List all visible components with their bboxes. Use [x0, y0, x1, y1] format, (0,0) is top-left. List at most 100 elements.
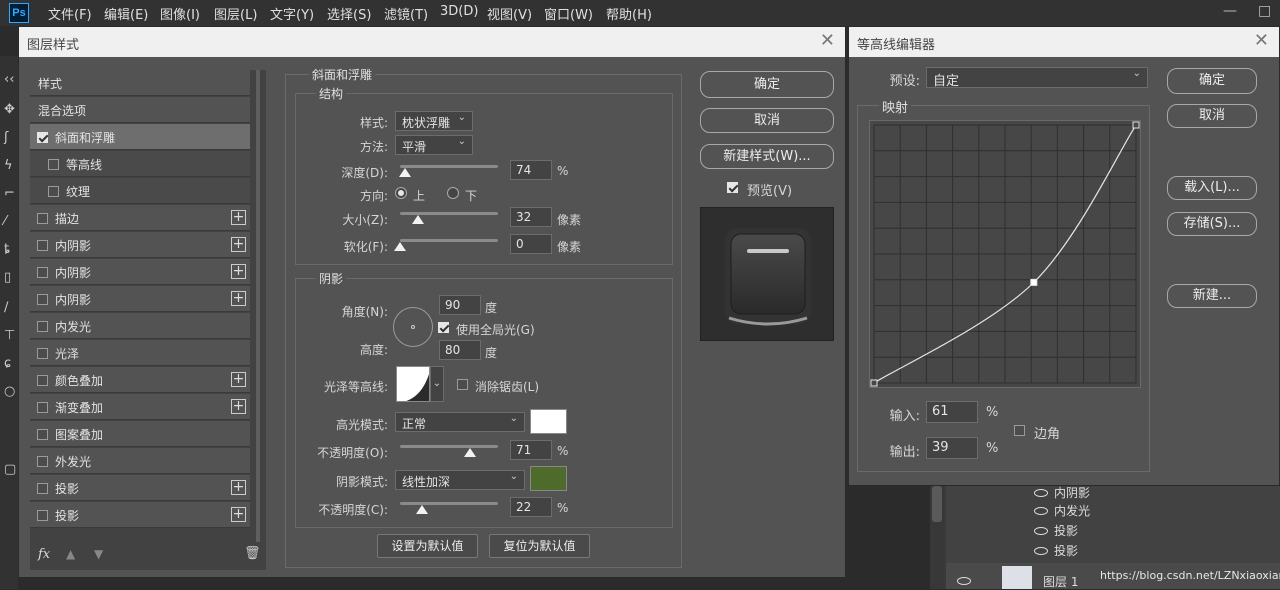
contour-cancel-button[interactable]: 取消	[1167, 104, 1257, 128]
collapse-icon[interactable]: ‹‹	[4, 72, 14, 87]
corner-checkbox[interactable]	[1014, 425, 1025, 436]
highlight-opacity-slider[interactable]	[400, 445, 498, 448]
style-list-item[interactable]: 图案叠加	[30, 421, 250, 447]
trash-icon[interactable]: 🗑	[244, 546, 261, 561]
style-checkbox[interactable]	[37, 132, 48, 143]
maximize-icon[interactable]: □	[1258, 3, 1271, 19]
magic-wand-icon[interactable]: ϟ	[4, 158, 13, 173]
soften-input[interactable]: 0	[510, 234, 552, 254]
style-list-item[interactable]: 内阴影 +	[30, 259, 250, 285]
style-checkbox[interactable]	[37, 294, 48, 305]
eyedropper-icon[interactable]: ⁄	[4, 214, 6, 229]
style-list-item[interactable]: 内阴影 +	[30, 286, 250, 312]
layers-scrollbar[interactable]	[930, 478, 944, 589]
eye-icon[interactable]	[957, 577, 971, 585]
style-checkbox[interactable]	[37, 348, 48, 359]
soften-slider-handle[interactable]	[394, 242, 406, 251]
menu-3d[interactable]: 3D(D)	[440, 4, 478, 19]
blend-options-item[interactable]: 混合选项	[30, 97, 250, 123]
add-effect-icon[interactable]: +	[231, 237, 246, 252]
style-list-item[interactable]: 斜面和浮雕	[30, 124, 250, 150]
set-default-button[interactable]: 设置为默认值	[377, 534, 478, 558]
highlight-opacity-input[interactable]: 71	[510, 440, 552, 460]
menu-layer[interactable]: 图层(L)	[214, 4, 257, 23]
move-tool-icon[interactable]: ✥	[4, 102, 15, 117]
style-list-header[interactable]: 样式	[30, 70, 250, 96]
add-effect-icon[interactable]: +	[231, 507, 246, 522]
soften-slider[interactable]	[400, 239, 498, 242]
hand-tool-icon[interactable]: ɕ	[4, 356, 11, 371]
layer-effect-item[interactable]: 投影	[1034, 522, 1078, 539]
style-list-item[interactable]: 等高线	[30, 151, 250, 177]
style-list-item[interactable]: 颜色叠加 +	[30, 367, 250, 393]
output-field[interactable]: 39	[926, 437, 978, 459]
method-select[interactable]: 平滑 ⌄	[395, 135, 473, 155]
highlight-color-swatch[interactable]	[530, 409, 567, 434]
menu-window[interactable]: 窗口(W)	[544, 4, 593, 23]
menu-edit[interactable]: 编辑(E)	[104, 4, 148, 23]
crop-tool-icon[interactable]: ⌐	[4, 186, 15, 201]
altitude-input[interactable]: 80	[439, 340, 481, 360]
move-up-icon[interactable]: ▲	[66, 547, 75, 561]
ok-button[interactable]: 确定	[700, 71, 834, 98]
minimize-icon[interactable]: —	[1223, 3, 1237, 19]
menu-select[interactable]: 选择(S)	[327, 4, 371, 23]
eye-icon[interactable]	[1034, 489, 1048, 497]
screen-mode-icon[interactable]: ▢	[4, 462, 16, 477]
input-field[interactable]: 61	[926, 401, 978, 423]
style-list-item[interactable]: 描边 +	[30, 205, 250, 231]
menu-image[interactable]: 图像(I)	[160, 4, 200, 23]
shadow-color-swatch[interactable]	[530, 466, 567, 491]
shadow-opacity-input[interactable]: 22	[510, 497, 552, 517]
style-checkbox[interactable]	[37, 240, 48, 251]
depth-slider-handle[interactable]	[398, 168, 411, 177]
style-list-item[interactable]: 投影 +	[30, 502, 250, 528]
menu-filter[interactable]: 滤镜(T)	[384, 4, 428, 23]
new-style-button[interactable]: 新建样式(W)...	[700, 144, 834, 169]
angle-dial[interactable]	[393, 307, 433, 347]
move-down-icon[interactable]: ▼	[94, 547, 103, 561]
gloss-contour-preview[interactable]	[396, 366, 430, 402]
frame-tool-icon[interactable]: ▯	[4, 270, 11, 285]
style-checkbox[interactable]	[37, 510, 48, 521]
direction-up-radio[interactable]	[395, 187, 407, 199]
size-slider-handle[interactable]	[411, 215, 424, 224]
menu-view[interactable]: 视图(V)	[487, 4, 532, 23]
close-icon[interactable]: ✕	[820, 30, 835, 51]
highlight-opacity-handle[interactable]	[463, 448, 476, 457]
add-effect-icon[interactable]: +	[231, 210, 246, 225]
menu-file[interactable]: 文件(F)	[48, 4, 92, 23]
layer-effect-item[interactable]: 内阴影	[1034, 484, 1090, 501]
contour-save-button[interactable]: 存储(S)...	[1167, 212, 1257, 236]
fx-icon[interactable]: fx	[38, 547, 50, 562]
style-checkbox[interactable]	[48, 186, 59, 197]
global-light-checkbox[interactable]	[438, 322, 449, 333]
shadow-mode-select[interactable]: 线性加深 ⌄	[395, 470, 525, 490]
preset-select[interactable]: 自定 ⌄	[926, 67, 1148, 89]
contour-ok-button[interactable]: 确定	[1167, 68, 1257, 94]
anti-alias-checkbox[interactable]	[457, 379, 468, 390]
zoom-tool-icon[interactable]: ○	[4, 384, 15, 399]
style-list-item[interactable]: 内阴影 +	[30, 232, 250, 258]
eye-icon[interactable]	[1034, 507, 1048, 515]
type-tool-icon[interactable]: ⊤	[4, 328, 15, 343]
curve-control-point[interactable]	[870, 379, 878, 387]
style-list-scrollbar[interactable]	[250, 70, 266, 542]
size-input[interactable]: 32	[510, 207, 552, 227]
style-checkbox[interactable]	[48, 159, 59, 170]
menu-help[interactable]: 帮助(H)	[606, 4, 652, 23]
style-list-item[interactable]: 投影 +	[30, 475, 250, 501]
shadow-opacity-handle[interactable]	[415, 505, 428, 514]
lasso-tool-icon[interactable]: ʃ	[4, 130, 8, 145]
style-list-item[interactable]: 外发光	[30, 448, 250, 474]
add-effect-icon[interactable]: +	[231, 399, 246, 414]
style-checkbox[interactable]	[37, 456, 48, 467]
add-effect-icon[interactable]: +	[231, 372, 246, 387]
layer-effect-item[interactable]: 投影	[1034, 542, 1078, 559]
style-checkbox[interactable]	[37, 267, 48, 278]
style-list-item[interactable]: 纹理	[30, 178, 250, 204]
add-effect-icon[interactable]: +	[231, 480, 246, 495]
chevron-down-icon[interactable]: ⌄	[430, 366, 444, 402]
contour-curve-canvas[interactable]	[870, 121, 1140, 387]
preview-checkbox[interactable]	[727, 182, 738, 193]
